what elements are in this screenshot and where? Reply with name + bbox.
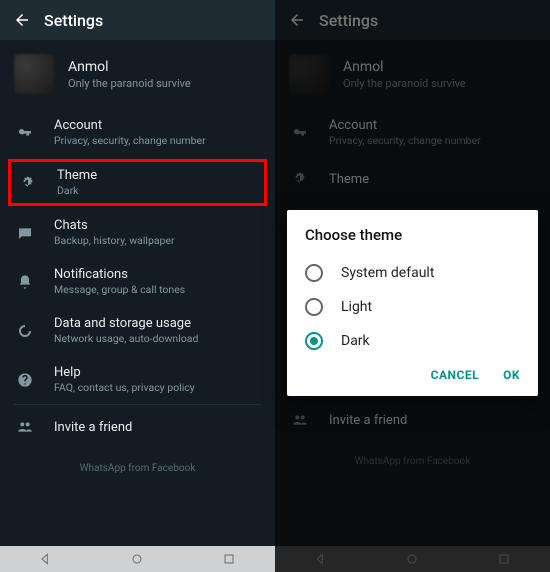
radio-icon — [305, 264, 323, 282]
appbar: Settings — [275, 0, 550, 40]
appbar-title: Settings — [44, 11, 103, 30]
row-sub: Privacy, security, change number — [329, 134, 481, 147]
key-icon — [289, 125, 311, 141]
key-icon — [14, 125, 36, 141]
chat-icon — [14, 225, 36, 241]
dialog-actions: CANCEL OK — [305, 368, 520, 388]
theme-option-light[interactable]: Light — [305, 290, 520, 324]
people-icon — [289, 412, 311, 428]
brightness-icon — [17, 175, 39, 191]
row-title: Account — [329, 118, 481, 133]
row-sub: Dark — [57, 184, 97, 197]
avatar — [289, 54, 329, 94]
row-sub: Backup, history, wallpaper — [54, 234, 175, 247]
back-button[interactable] — [8, 6, 36, 34]
settings-screen-right: Settings Anmol Only the paranoid survive… — [275, 0, 550, 572]
nav-recents[interactable] — [219, 549, 239, 569]
settings-row-theme[interactable]: ThemeDark — [17, 168, 258, 197]
radio-icon-selected — [305, 332, 323, 350]
dialog-title: Choose theme — [305, 226, 520, 244]
row-title: Theme — [57, 168, 97, 183]
row-sub: Network usage, auto-download — [54, 332, 198, 345]
data-usage-icon — [14, 323, 36, 339]
settings-row-account[interactable]: AccountPrivacy, security, change number — [0, 108, 275, 157]
row-sub: Privacy, security, change number — [54, 134, 206, 147]
profile-row[interactable]: Anmol Only the paranoid survive — [275, 44, 550, 108]
settings-row-data[interactable]: Data and storage usageNetwork usage, aut… — [0, 306, 275, 355]
avatar — [14, 54, 54, 94]
android-navbar — [275, 546, 550, 572]
profile-name: Anmol — [68, 59, 191, 75]
option-label: Dark — [341, 333, 370, 349]
theme-option-system-default[interactable]: System default — [305, 256, 520, 290]
back-button[interactable] — [283, 6, 311, 34]
settings-row-account[interactable]: AccountPrivacy, security, change number — [275, 108, 550, 157]
brightness-icon — [289, 171, 311, 187]
choose-theme-dialog: Choose theme System default Light Dark C… — [287, 210, 538, 396]
row-title: Account — [54, 118, 206, 133]
nav-back[interactable] — [36, 549, 56, 569]
nav-recents[interactable] — [494, 549, 514, 569]
help-icon — [14, 372, 36, 388]
settings-row-invite[interactable]: Invite a friend — [275, 398, 550, 442]
footer-text: WhatsApp from Facebook — [0, 449, 275, 488]
settings-row-invite[interactable]: Invite a friend — [0, 405, 275, 449]
arrow-back-icon — [13, 11, 31, 29]
row-title: Invite a friend — [329, 413, 407, 428]
option-label: Light — [341, 299, 372, 315]
settings-list: Anmol Only the paranoid survive AccountP… — [0, 40, 275, 546]
profile-status: Only the paranoid survive — [343, 77, 466, 90]
settings-row-help[interactable]: HelpFAQ, contact us, privacy policy — [0, 355, 275, 404]
nav-home[interactable] — [402, 549, 422, 569]
footer-text: WhatsApp from Facebook — [275, 442, 550, 481]
row-title: Data and storage usage — [54, 316, 198, 331]
nav-back[interactable] — [311, 549, 331, 569]
android-navbar — [0, 546, 275, 572]
row-sub: Message, group & call tones — [54, 283, 185, 296]
profile-row[interactable]: Anmol Only the paranoid survive — [0, 44, 275, 108]
cancel-button[interactable]: CANCEL — [431, 368, 479, 382]
arrow-back-icon — [288, 11, 306, 29]
bell-icon — [14, 274, 36, 290]
settings-row-theme[interactable]: Theme — [275, 157, 550, 201]
settings-row-chats[interactable]: ChatsBackup, history, wallpaper — [0, 208, 275, 257]
row-title: Help — [54, 365, 195, 380]
theme-option-dark[interactable]: Dark — [305, 324, 520, 358]
profile-name: Anmol — [343, 59, 466, 75]
people-icon — [14, 419, 36, 435]
profile-status: Only the paranoid survive — [68, 77, 191, 90]
row-title: Notifications — [54, 267, 185, 282]
appbar-title: Settings — [319, 11, 378, 30]
row-title: Invite a friend — [54, 420, 132, 435]
radio-icon — [305, 298, 323, 316]
settings-row-notifications[interactable]: NotificationsMessage, group & call tones — [0, 257, 275, 306]
row-title: Theme — [329, 172, 369, 187]
row-title: Chats — [54, 218, 175, 233]
nav-home[interactable] — [127, 549, 147, 569]
theme-row-highlight: ThemeDark — [8, 159, 267, 206]
row-sub: FAQ, contact us, privacy policy — [54, 381, 195, 394]
option-label: System default — [341, 265, 434, 281]
appbar: Settings — [0, 0, 275, 40]
settings-screen-left: Settings Anmol Only the paranoid survive… — [0, 0, 275, 572]
ok-button[interactable]: OK — [503, 368, 520, 382]
